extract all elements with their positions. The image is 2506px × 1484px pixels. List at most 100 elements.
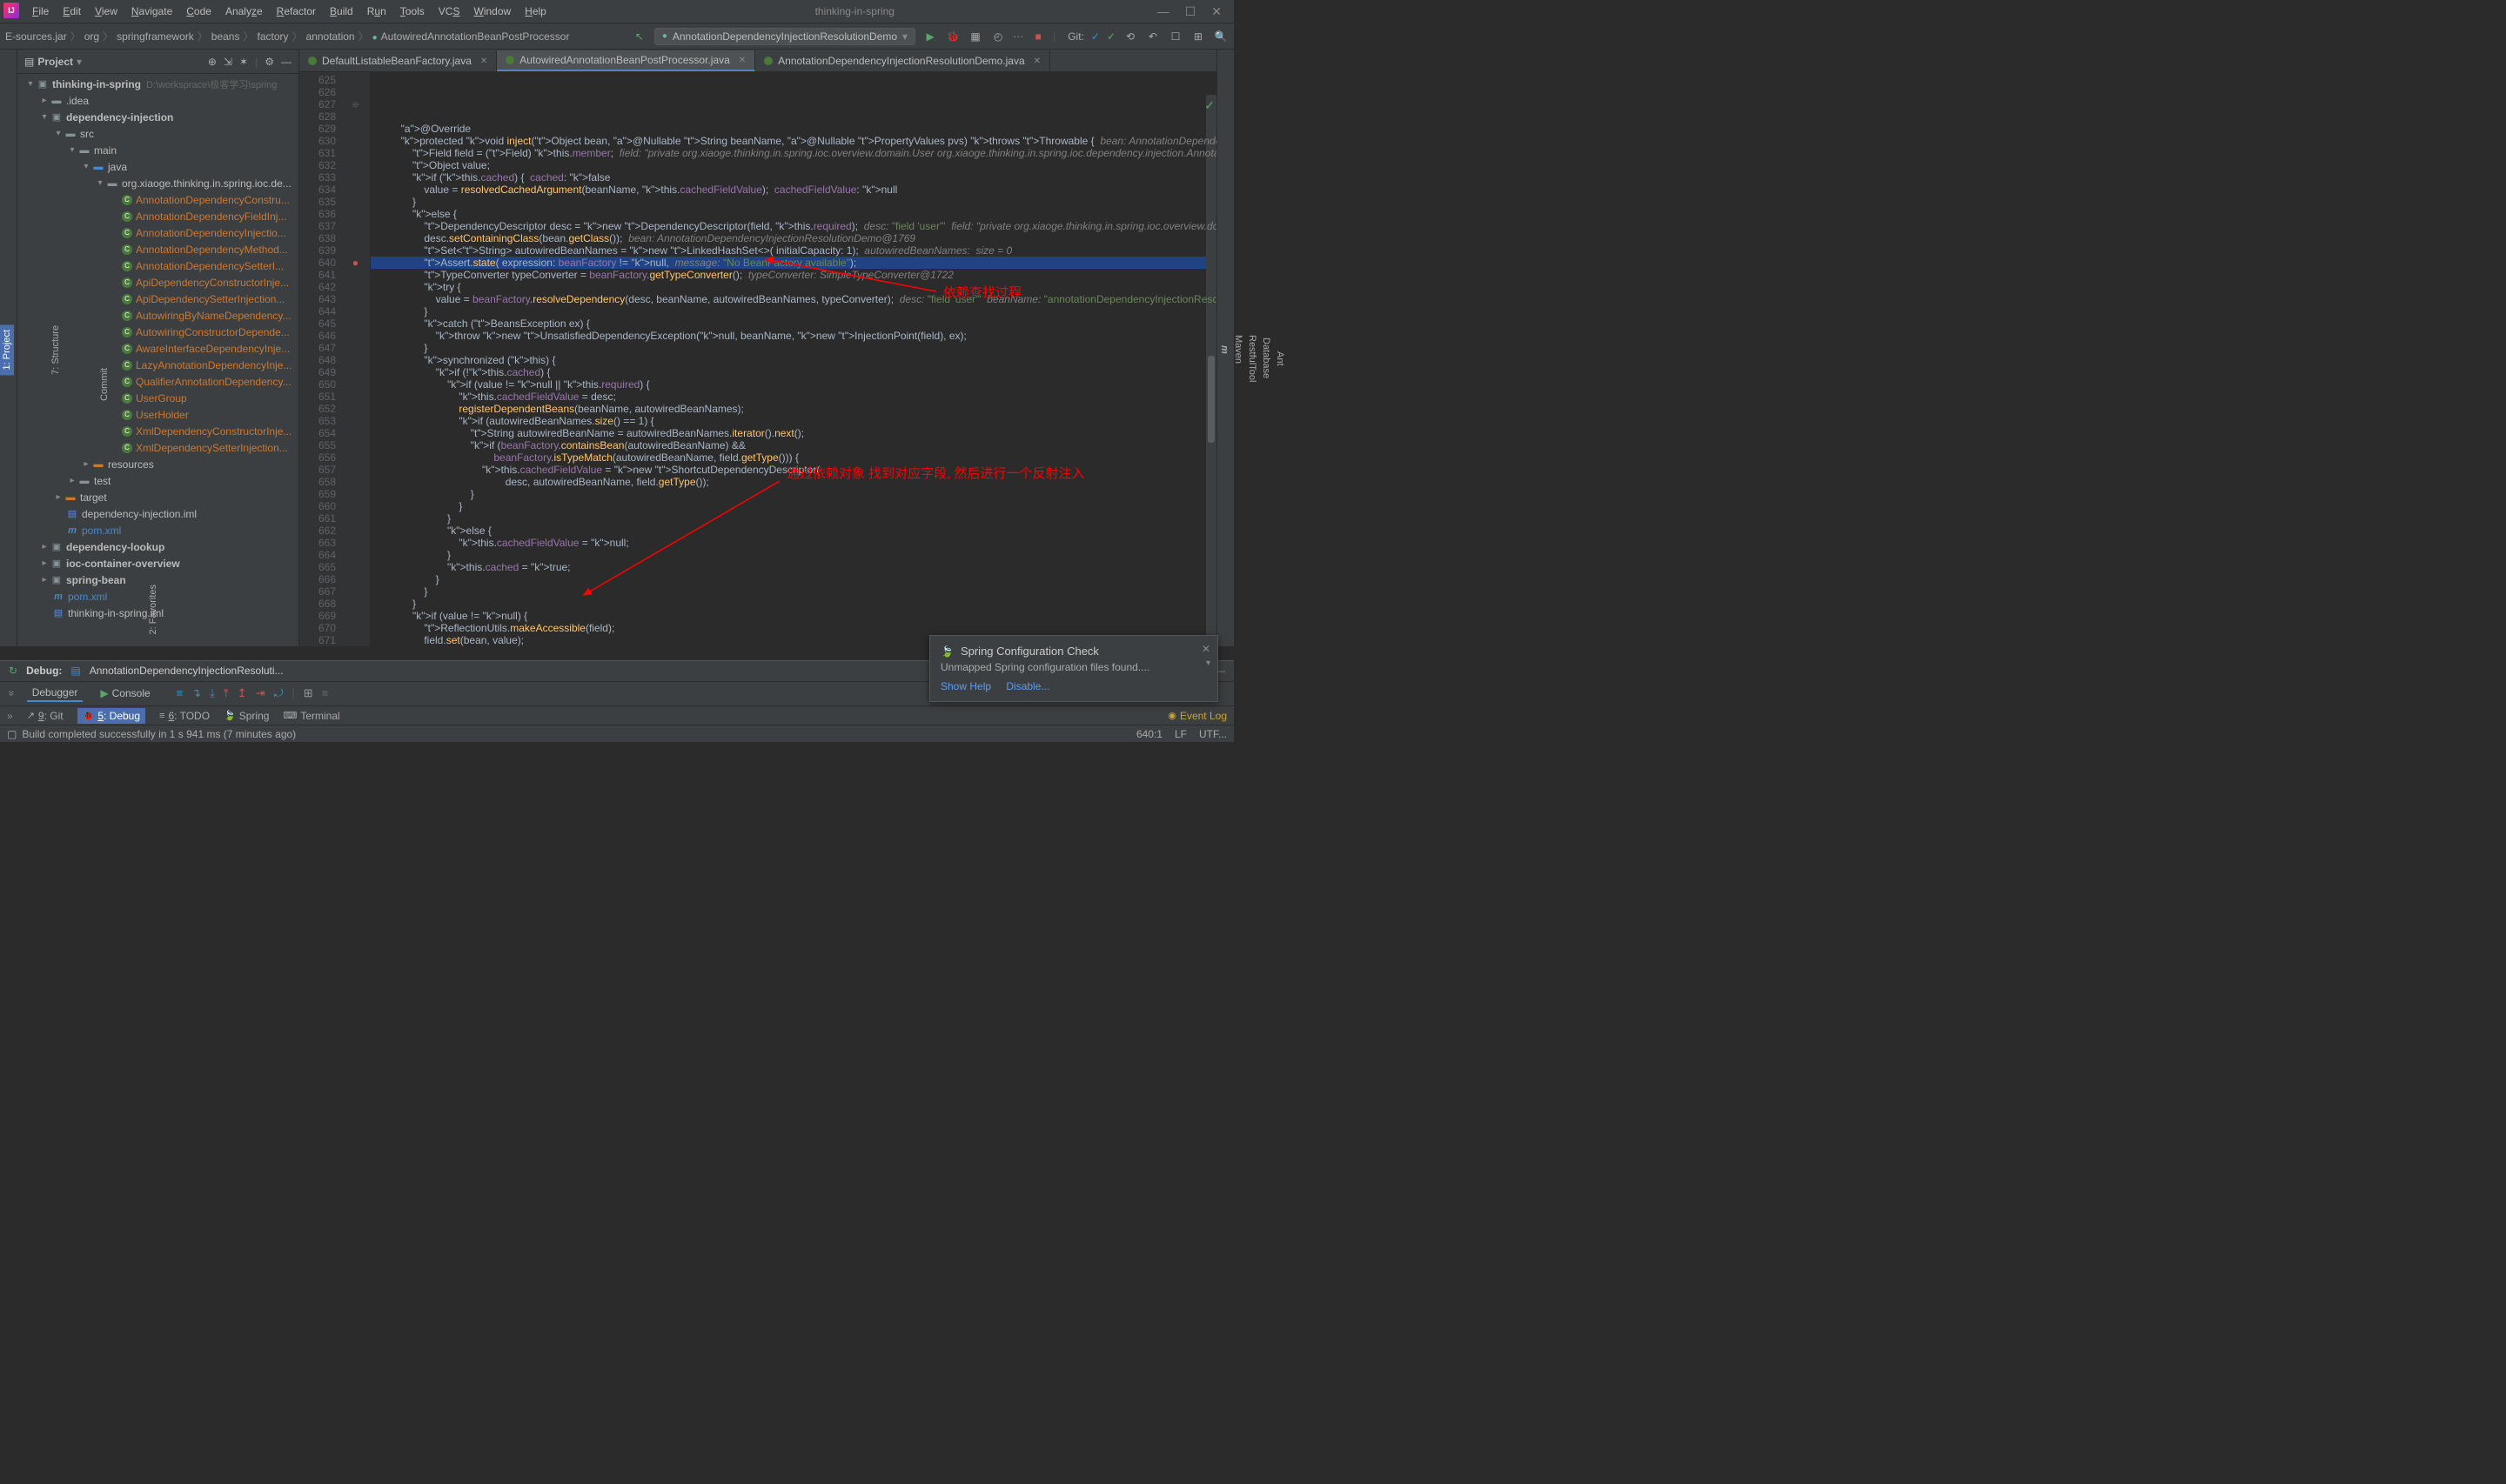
drop-frame-icon[interactable]: ⤾	[273, 686, 283, 700]
tree-mod[interactable]: ioc-container-overview	[66, 558, 180, 570]
step-into2-icon[interactable]: ⤓	[210, 686, 215, 700]
tree-idea[interactable]: .idea	[66, 95, 89, 107]
editor-tab[interactable]: AutowiredAnnotationBeanPostProcessor.jav…	[497, 50, 755, 71]
status-icon[interactable]: ▢	[7, 728, 17, 740]
tree-pom[interactable]: pom.xml	[82, 525, 121, 537]
tree-class[interactable]: CAnnotationDependencyInjectio...	[17, 224, 298, 241]
run-button[interactable]: ▶	[922, 29, 938, 44]
notif-close-icon[interactable]: ✕	[1202, 643, 1210, 655]
menu-build[interactable]: Build	[324, 3, 359, 20]
stop-button[interactable]: ■	[1030, 29, 1046, 44]
minimize-button[interactable]: —	[1157, 4, 1169, 19]
run-config-selector[interactable]: AnnotationDependencyInjectionResolutionD…	[654, 28, 915, 45]
rail-structure[interactable]: 7: Structure	[49, 320, 63, 380]
tree-main[interactable]: main	[94, 144, 117, 157]
menu-help[interactable]: Help	[519, 3, 553, 20]
expand-icon[interactable]: ⇲	[224, 56, 232, 68]
menu-analyze[interactable]: Analyze	[219, 3, 269, 20]
git-history-icon[interactable]: ⟲	[1122, 29, 1138, 44]
tool-terminal[interactable]: ⌨ Terminal	[283, 710, 339, 722]
breadcrumb-item[interactable]: springframework	[117, 30, 194, 43]
breadcrumb-item[interactable]: factory	[258, 30, 289, 43]
breadcrumb-item[interactable]: org	[84, 30, 99, 43]
menu-window[interactable]: Window	[467, 3, 517, 20]
menu-file[interactable]: File	[26, 3, 55, 20]
debug-button[interactable]: 🐞	[945, 29, 961, 44]
menu-tools[interactable]: Tools	[394, 3, 431, 20]
tree-class[interactable]: CUserHolder	[17, 406, 298, 423]
tool-spring[interactable]: 🍃 Spring	[224, 710, 269, 722]
breadcrumb-item[interactable]: annotation	[306, 30, 355, 43]
step-over-icon[interactable]: ≡	[177, 686, 184, 700]
code-content[interactable]: "a">@Override "k">protected "k">void inj…	[371, 72, 1216, 646]
event-log[interactable]: ◉ Event Log	[1168, 710, 1227, 722]
debugger-tab[interactable]: Debugger	[27, 685, 84, 702]
step-out-icon[interactable]: ⤒	[224, 686, 229, 700]
maximize-button[interactable]: ☐	[1185, 4, 1196, 19]
step-smart-icon[interactable]: ↥	[238, 686, 247, 700]
tree-module[interactable]: dependency-injection	[66, 111, 173, 124]
step-into-icon[interactable]: ↴	[191, 686, 201, 700]
menu-vcs[interactable]: VCS	[432, 3, 466, 20]
tree-mod[interactable]: spring-bean	[66, 574, 126, 586]
tree-iml[interactable]: dependency-injection.iml	[82, 508, 197, 520]
close-button[interactable]: ✕	[1211, 4, 1222, 19]
tab-close-icon[interactable]: ✕	[739, 56, 746, 65]
tree-class[interactable]: CUserGroup	[17, 390, 298, 406]
rail-project[interactable]: 1: Project	[0, 324, 14, 375]
breadcrumb-item[interactable]: E-sources.jar	[5, 30, 67, 43]
notif-disable-link[interactable]: Disable...	[1006, 680, 1049, 692]
line-ending[interactable]: LF	[1175, 728, 1187, 740]
rail-ant[interactable]: Ant	[1273, 346, 1287, 371]
tool-debug[interactable]: 🐞 5: Debug	[77, 708, 145, 724]
hide-icon[interactable]: —	[281, 56, 291, 68]
breadcrumb-class[interactable]: AutowiredAnnotationBeanPostProcessor	[372, 30, 570, 43]
rail-maven[interactable]: m	[1217, 340, 1231, 359]
tab-close-icon[interactable]: ✕	[1034, 57, 1041, 66]
locate-icon[interactable]: ⊕	[208, 56, 217, 68]
tree-target[interactable]: target	[80, 491, 107, 504]
tree-pkg[interactable]: org.xiaoge.thinking.in.spring.ioc.de...	[122, 177, 291, 190]
tree-class[interactable]: CAnnotationDependencySetterI...	[17, 257, 298, 274]
rail-database[interactable]: Database	[1259, 332, 1273, 384]
notif-help-link[interactable]: Show Help	[941, 680, 991, 692]
tree-class[interactable]: CApiDependencyConstructorInje...	[17, 274, 298, 291]
coverage-button[interactable]: ▦	[968, 29, 983, 44]
tree-root[interactable]: thinking-in-spring	[52, 78, 141, 90]
editor-tab[interactable]: AnnotationDependencyInjectionResolutionD…	[755, 50, 1050, 71]
tree-class[interactable]: CApiDependencySetterInjection...	[17, 291, 298, 307]
collapse-icon[interactable]: ✶	[239, 56, 248, 68]
tree-test[interactable]: test	[94, 475, 111, 487]
code-editor[interactable]: 6256266276286296306316326336346356366376…	[299, 72, 1216, 646]
git-update-icon[interactable]: ✓	[1091, 30, 1100, 43]
run-to-cursor-icon[interactable]: ⇥	[256, 686, 265, 700]
debug-stop-icon[interactable]: »	[5, 691, 17, 697]
tree-class[interactable]: CAnnotationDependencyConstru...	[17, 191, 298, 208]
trace-icon[interactable]: ≡	[322, 686, 329, 700]
ide-settings-icon[interactable]: ☐	[1168, 29, 1183, 44]
tree-resources[interactable]: resources	[108, 458, 154, 471]
tree-root-pom[interactable]: pom.xml	[68, 591, 107, 603]
evaluate-icon[interactable]: ⊞	[304, 686, 313, 700]
tree-class[interactable]: CXmlDependencySetterInjection...	[17, 439, 298, 456]
tree-class[interactable]: CAnnotationDependencyFieldInj...	[17, 208, 298, 224]
menu-view[interactable]: View	[89, 3, 124, 20]
menu-refactor[interactable]: Refactor	[271, 3, 322, 20]
tool-git[interactable]: ↗ 9: Git	[27, 710, 64, 722]
encoding[interactable]: UTF...	[1199, 728, 1227, 740]
back-icon[interactable]: ↖	[632, 29, 647, 44]
rail-maven-label[interactable]: Maven	[1231, 330, 1245, 369]
settings-icon[interactable]: ⚙	[265, 56, 274, 68]
notif-expand-icon[interactable]: ▾	[1206, 658, 1210, 668]
menu-edit[interactable]: Edit	[57, 3, 87, 20]
editor-tab[interactable]: DefaultListableBeanFactory.java✕	[299, 50, 497, 71]
debug-restart-icon[interactable]: ↻	[9, 665, 17, 677]
rail-favorites[interactable]: 2: Favorites	[146, 579, 160, 639]
rail-restful[interactable]: RestfulTool	[1245, 330, 1259, 387]
menu-code[interactable]: Code	[180, 3, 218, 20]
console-tab[interactable]: ▶Console	[95, 685, 155, 701]
breadcrumb-item[interactable]: beans	[211, 30, 240, 43]
tree-mod[interactable]: dependency-lookup	[66, 541, 164, 553]
tree-src[interactable]: src	[80, 128, 94, 140]
tab-close-icon[interactable]: ✕	[480, 57, 487, 66]
